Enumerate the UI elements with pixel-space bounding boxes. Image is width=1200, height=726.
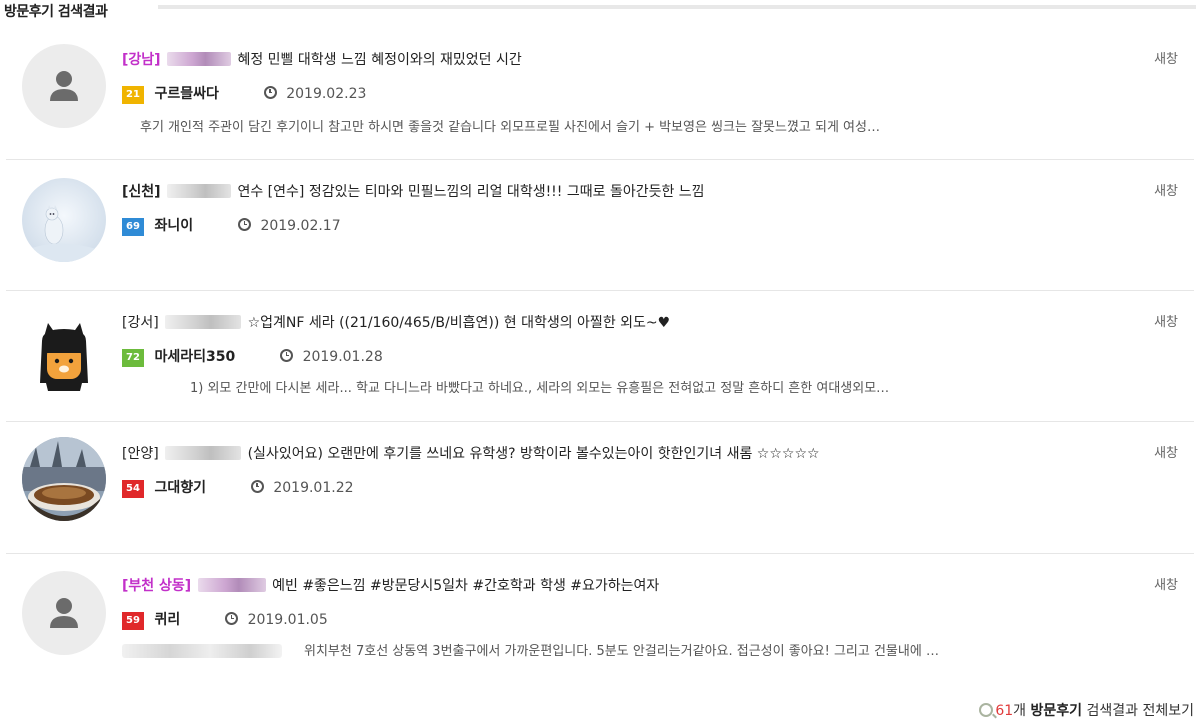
review-date: 2019.01.22 — [273, 480, 354, 496]
clock-icon — [280, 349, 294, 362]
blurred-name — [165, 315, 242, 329]
new-window-link[interactable]: 새창 — [1154, 182, 1178, 202]
review-title-text: 예빈 #좋은느낌 #방문당시5일차 #간호학과 학생 #요가하는여자 — [272, 578, 660, 594]
avatar[interactable] — [22, 311, 106, 395]
clock-icon — [225, 612, 239, 625]
review-title[interactable]: [신천] 연수 [연수] 정감있는 티마와 민필느낌의 리얼 대학생!!! 그때… — [122, 182, 705, 202]
blurred-name — [197, 578, 266, 592]
avatar[interactable] — [22, 571, 106, 655]
region-tag: [안양] — [122, 446, 159, 462]
level-badge: 59 — [122, 612, 144, 630]
level-badge: 72 — [122, 349, 144, 367]
review-title-text: 혜정 민삘 대학생 느낌 혜정이와의 재밌었던 시간 — [237, 52, 522, 68]
view-all-results-link[interactable]: 61개 방문후기 검색결과 전체보기 — [979, 700, 1194, 722]
review-title[interactable]: [부천 상동] 예빈 #좋은느낌 #방문당시5일차 #간호학과 학생 #요가하는… — [122, 576, 659, 596]
cartoon-character-avatar — [22, 311, 106, 395]
level-badge: 54 — [122, 480, 144, 498]
new-window-link[interactable]: 새창 — [1154, 50, 1178, 70]
person-placeholder-icon — [22, 44, 106, 128]
review-snippet[interactable]: 1) 외모 간만에 다시본 세라... 학교 다니느라 바빴다고 하네요., 세… — [190, 379, 1170, 399]
avatar[interactable] — [22, 178, 106, 262]
review-date: 2019.01.05 — [247, 612, 328, 628]
review-meta: 59 퀴리 2019.01.05 — [122, 610, 328, 630]
review-snippet[interactable]: 위치부천 7호선 상동역 3번출구에서 가까운편입니다. 5분도 안걸리는거같아… — [304, 642, 1170, 662]
blurred-name — [165, 446, 242, 460]
review-item: [신천] 연수 [연수] 정감있는 티마와 민필느낌의 리얼 대학생!!! 그때… — [0, 160, 1200, 291]
level-badge: 21 — [122, 86, 144, 104]
author-nick[interactable]: 퀴리 — [154, 612, 180, 628]
review-title[interactable]: [강남] 혜정 민삘 대학생 느낌 혜정이와의 재밌었던 시간 — [122, 50, 522, 70]
result-count-suffix: 개 — [1013, 703, 1027, 719]
region-tag: [부천 상동] — [122, 578, 192, 594]
region-tag: [신천] — [122, 184, 161, 200]
review-item: [강서] ☆업계NF 세라 ((21/160/465/B/비흡연)) 현 대학생… — [0, 291, 1200, 422]
review-date: 2019.01.28 — [302, 349, 383, 365]
result-count: 61 — [995, 703, 1014, 719]
review-title[interactable]: [안양] (실사있어요) 오랜만에 후기를 쓰네요 유학생? 방학이라 볼수있는… — [122, 444, 820, 464]
region-tag: [강서] — [122, 315, 159, 331]
review-title-text: 연수 [연수] 정감있는 티마와 민필느낌의 리얼 대학생!!! 그때로 돌아간… — [237, 184, 705, 200]
avatar[interactable] — [22, 44, 106, 128]
result-category: 방문후기 — [1030, 703, 1083, 719]
review-snippet[interactable]: 후기 개인적 주관이 담긴 후기이니 참고만 하시면 좋을것 같습니다 외모프로… — [140, 118, 1170, 138]
magnifier-plus-icon — [979, 703, 994, 717]
author-nick[interactable]: 그대향기 — [154, 480, 206, 496]
review-title[interactable]: [강서] ☆업계NF 세라 ((21/160/465/B/비흡연)) 현 대학생… — [122, 313, 670, 333]
blurred-name — [167, 184, 232, 198]
new-window-link[interactable]: 새창 — [1154, 576, 1178, 596]
review-date: 2019.02.17 — [260, 218, 341, 234]
author-nick[interactable]: 구르믈싸다 — [154, 86, 218, 102]
person-placeholder-icon — [22, 571, 106, 655]
review-meta: 69 좌니이 2019.02.17 — [122, 216, 341, 236]
arctic-fox-photo — [22, 178, 106, 262]
review-title-text: ☆업계NF 세라 ((21/160/465/B/비흡연)) 현 대학생의 아찔한… — [247, 315, 671, 331]
review-meta: 21 구르믈싸다 2019.02.23 — [122, 84, 366, 104]
clock-icon — [263, 86, 277, 99]
avatar[interactable] — [22, 437, 106, 521]
review-item: [안양] (실사있어요) 오랜만에 후기를 쓰네요 유학생? 방학이라 볼수있는… — [0, 422, 1200, 554]
view-all-label: 검색결과 전체보기 — [1086, 703, 1195, 719]
section-divider — [158, 5, 1196, 9]
review-title-text: (실사있어요) 오랜만에 후기를 쓰네요 유학생? 방학이라 볼수있는아이 핫한… — [247, 446, 820, 462]
blurred-snippet-prefix — [122, 644, 282, 658]
section-title: 방문후기 검색결과 — [4, 4, 108, 20]
review-date: 2019.02.23 — [286, 86, 367, 102]
new-window-link[interactable]: 새창 — [1154, 313, 1178, 333]
level-badge: 69 — [122, 218, 144, 236]
section-header: 방문후기 검색결과 — [0, 0, 1200, 22]
review-meta: 72 마세라티350 2019.01.28 — [122, 347, 383, 367]
author-nick[interactable]: 마세라티350 — [154, 349, 235, 365]
author-nick[interactable]: 좌니이 — [154, 218, 193, 234]
blurred-name — [167, 52, 232, 66]
review-meta: 54 그대향기 2019.01.22 — [122, 478, 354, 498]
clock-icon — [250, 480, 264, 493]
new-window-link[interactable]: 새창 — [1154, 444, 1178, 464]
coffee-cup-photo — [22, 437, 106, 521]
review-item: [부천 상동] 예빈 #좋은느낌 #방문당시5일차 #간호학과 학생 #요가하는… — [0, 554, 1200, 682]
clock-icon — [238, 218, 251, 231]
review-item: [강남] 혜정 민삘 대학생 느낌 혜정이와의 재밌었던 시간 새창 21 구르… — [0, 44, 1200, 160]
region-tag: [강남] — [122, 52, 161, 68]
